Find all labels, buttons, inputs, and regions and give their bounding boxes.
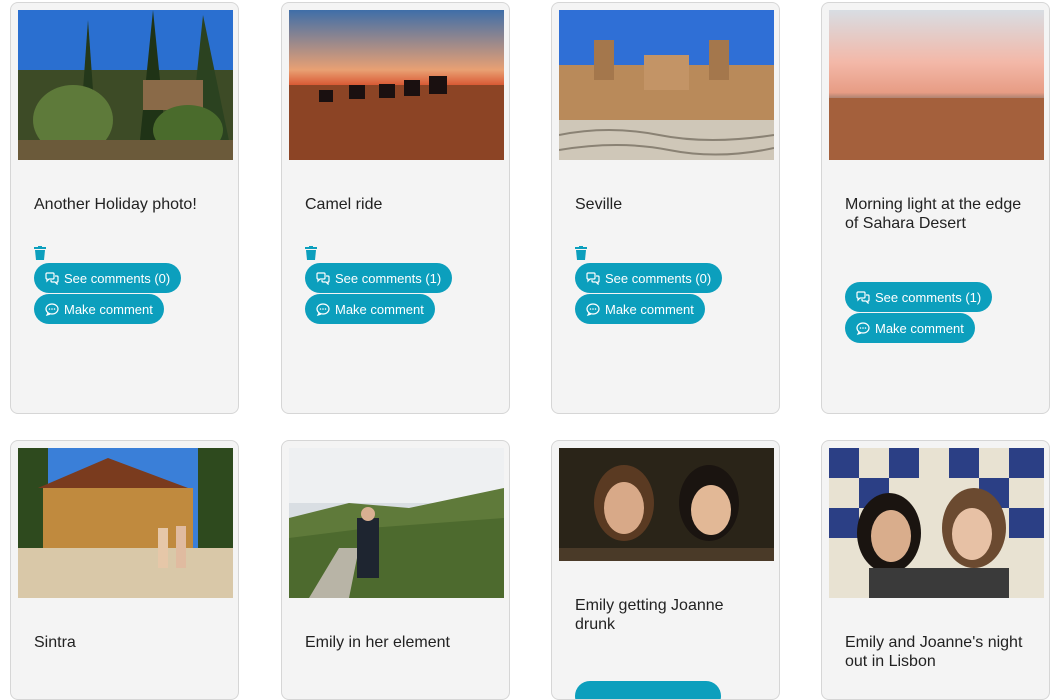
see-comments-button[interactable]	[575, 681, 721, 699]
photo-card: Sintra	[10, 440, 239, 700]
bar-selfie-photo	[559, 448, 774, 561]
make-comment-label: Make comment	[875, 320, 964, 336]
sahara-dawn-photo	[829, 10, 1044, 160]
card-title: Emily and Joanne's night out in Lisbon	[845, 634, 1023, 670]
card-title: Camel ride	[305, 196, 383, 213]
card-title: Another Holiday photo!	[34, 196, 197, 213]
make-comment-label: Make comment	[605, 301, 694, 317]
card-title: Seville	[575, 196, 623, 213]
card-title: Sintra	[34, 634, 76, 651]
see-comments-button[interactable]: See comments (1)	[305, 263, 453, 293]
trash-icon[interactable]	[305, 246, 317, 260]
comments-icon	[316, 271, 330, 285]
make-comment-button[interactable]: Make comment	[305, 294, 435, 324]
see-comments-button[interactable]: See comments (1)	[845, 282, 993, 312]
sintra-house-photo	[18, 448, 233, 598]
tiles-selfie-photo	[829, 448, 1044, 598]
trash-icon[interactable]	[34, 246, 46, 260]
hiking-trail-photo	[289, 448, 504, 598]
desert-camels-photo	[289, 10, 504, 160]
photo-card: Emily in her element	[281, 440, 510, 700]
plaza-photo	[559, 10, 774, 160]
make-comment-button[interactable]: Make comment	[34, 294, 164, 324]
comment-icon	[316, 302, 330, 316]
photo-card: Another Holiday photo! See comments (0) …	[10, 2, 239, 414]
see-comments-button[interactable]: See comments (0)	[34, 263, 182, 293]
card-title: Emily in her element	[305, 634, 450, 651]
photo-card: Camel ride See comments (1) Make comment	[281, 2, 510, 414]
card-title: Emily getting Joanne drunk	[575, 597, 724, 633]
see-comments-label: See comments (1)	[335, 270, 442, 286]
comment-icon	[856, 321, 870, 335]
card-title: Morning light at the edge of Sahara Dese…	[845, 196, 1022, 232]
see-comments-button[interactable]: See comments (0)	[575, 263, 723, 293]
comments-icon	[45, 271, 59, 285]
photo-card: Emily getting Joanne drunk	[551, 440, 780, 700]
see-comments-label: See comments (0)	[64, 270, 171, 286]
make-comment-label: Make comment	[335, 301, 424, 317]
see-comments-label: See comments (1)	[875, 289, 982, 305]
photo-card: Seville See comments (0) Make comment	[551, 2, 780, 414]
see-comments-label: See comments (0)	[605, 270, 712, 286]
comment-icon	[45, 302, 59, 316]
photo-card: Emily and Joanne's night out in Lisbon	[821, 440, 1050, 700]
make-comment-label: Make comment	[64, 301, 153, 317]
comments-icon	[586, 271, 600, 285]
comments-icon	[856, 290, 870, 304]
make-comment-button[interactable]: Make comment	[845, 313, 975, 343]
trash-icon[interactable]	[575, 246, 587, 260]
make-comment-button[interactable]: Make comment	[575, 294, 705, 324]
garden-photo	[18, 10, 233, 160]
comment-icon	[586, 302, 600, 316]
photo-card: Morning light at the edge of Sahara Dese…	[821, 2, 1050, 414]
